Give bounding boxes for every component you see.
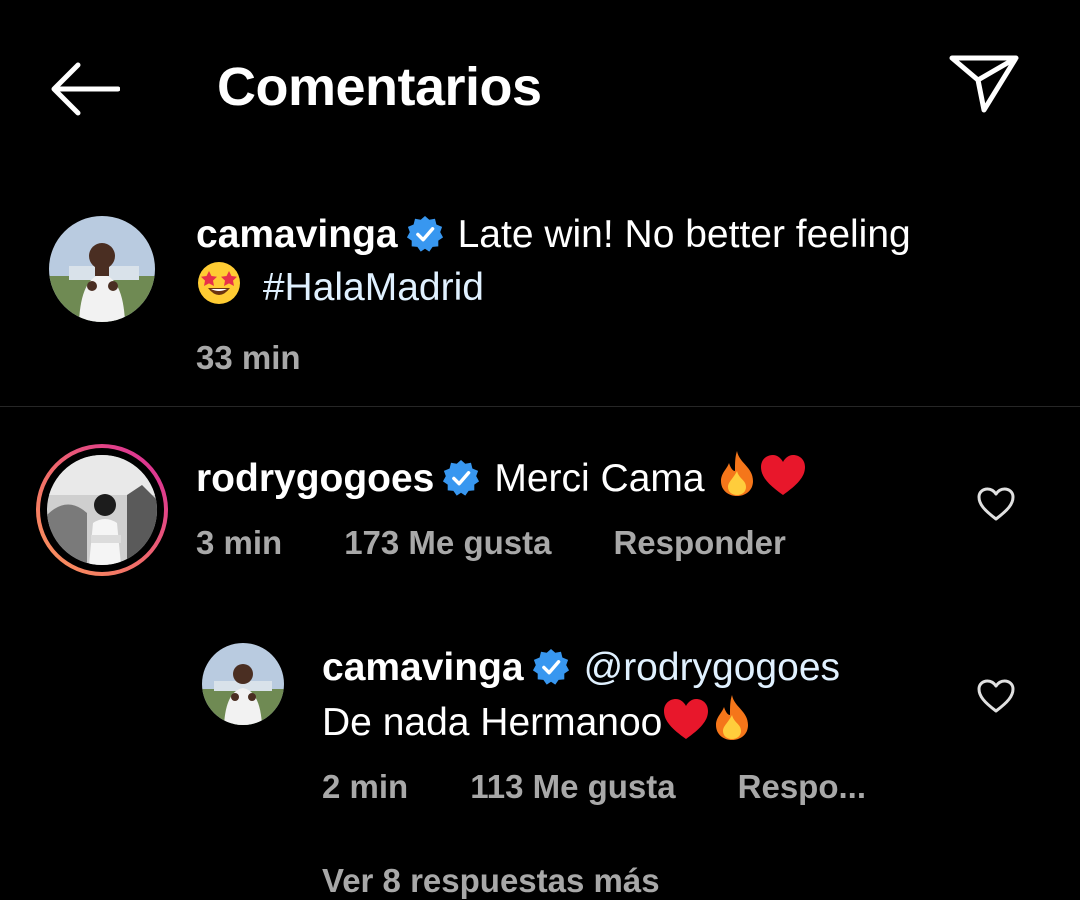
verified-badge-icon bbox=[532, 648, 570, 686]
caption-line-2: #HalaMadrid bbox=[196, 260, 1036, 319]
red-heart-emoji-icon bbox=[662, 697, 710, 754]
caption-timestamp[interactable]: 33 min bbox=[196, 339, 301, 377]
comment-text: Merci Cama bbox=[494, 457, 716, 500]
avatar[interactable] bbox=[202, 643, 284, 725]
reply-body: camavinga @rodrygogoes De nada Hermanoo 2… bbox=[322, 643, 962, 806]
caption-line-1: camavinga Late win! No better feeling bbox=[196, 210, 1036, 260]
story-ring-avatar[interactable] bbox=[36, 444, 168, 576]
avatar[interactable] bbox=[49, 216, 155, 322]
view-replies-label: Ver 8 respuestas más bbox=[322, 862, 660, 899]
divider bbox=[0, 406, 1080, 407]
comment-username[interactable]: rodrygogoes bbox=[196, 457, 434, 500]
reply-line-1: camavinga @rodrygogoes bbox=[322, 643, 962, 693]
reply-line-2: De nada Hermanoo bbox=[322, 693, 962, 754]
back-arrow-icon[interactable] bbox=[48, 60, 121, 118]
like-heart-icon[interactable] bbox=[976, 486, 1016, 522]
fire-emoji-icon bbox=[710, 693, 754, 754]
red-heart-emoji-icon bbox=[759, 453, 807, 510]
view-replies-link[interactable]: Ver 8 respuestas más bbox=[322, 862, 660, 900]
reply-timestamp[interactable]: 2 min bbox=[322, 768, 408, 806]
comment-like-count[interactable]: 173 Me gusta bbox=[344, 524, 551, 562]
share-paper-plane-icon[interactable] bbox=[948, 52, 1020, 116]
caption-username[interactable]: camavinga bbox=[196, 213, 398, 256]
hashtag-link[interactable]: #HalaMadrid bbox=[263, 266, 484, 309]
caption-meta: 33 min bbox=[196, 339, 1036, 377]
reply-username[interactable]: camavinga bbox=[322, 646, 524, 689]
reply-like-count[interactable]: 113 Me gusta bbox=[470, 768, 675, 806]
reply-text: De nada Hermanoo bbox=[322, 701, 663, 744]
verified-badge-icon bbox=[442, 459, 480, 497]
comment-timestamp[interactable]: 3 min bbox=[196, 524, 282, 562]
avatar bbox=[47, 455, 157, 565]
mention-link[interactable]: @rodrygogoes bbox=[584, 646, 840, 689]
page-title: Comentarios bbox=[217, 57, 542, 117]
reply-button[interactable]: Responder bbox=[613, 524, 785, 562]
comment-line: rodrygogoes Merci Cama bbox=[196, 449, 956, 510]
star-struck-emoji-icon bbox=[196, 260, 242, 319]
comment-body: rodrygogoes Merci Cama 3 min 173 Me gusta R… bbox=[196, 449, 956, 562]
like-heart-icon[interactable] bbox=[976, 678, 1016, 714]
comment-meta: 3 min 173 Me gusta Responder bbox=[196, 524, 956, 562]
verified-badge-icon bbox=[406, 215, 444, 253]
reply-button[interactable]: Respo... bbox=[738, 768, 866, 806]
fire-emoji-icon bbox=[715, 449, 759, 510]
caption-body: camavinga Late win! No better feeling #Ha… bbox=[196, 210, 1036, 377]
reply-meta: 2 min 113 Me gusta Respo... bbox=[322, 768, 962, 806]
caption-text: Late win! No better feeling bbox=[457, 213, 911, 256]
